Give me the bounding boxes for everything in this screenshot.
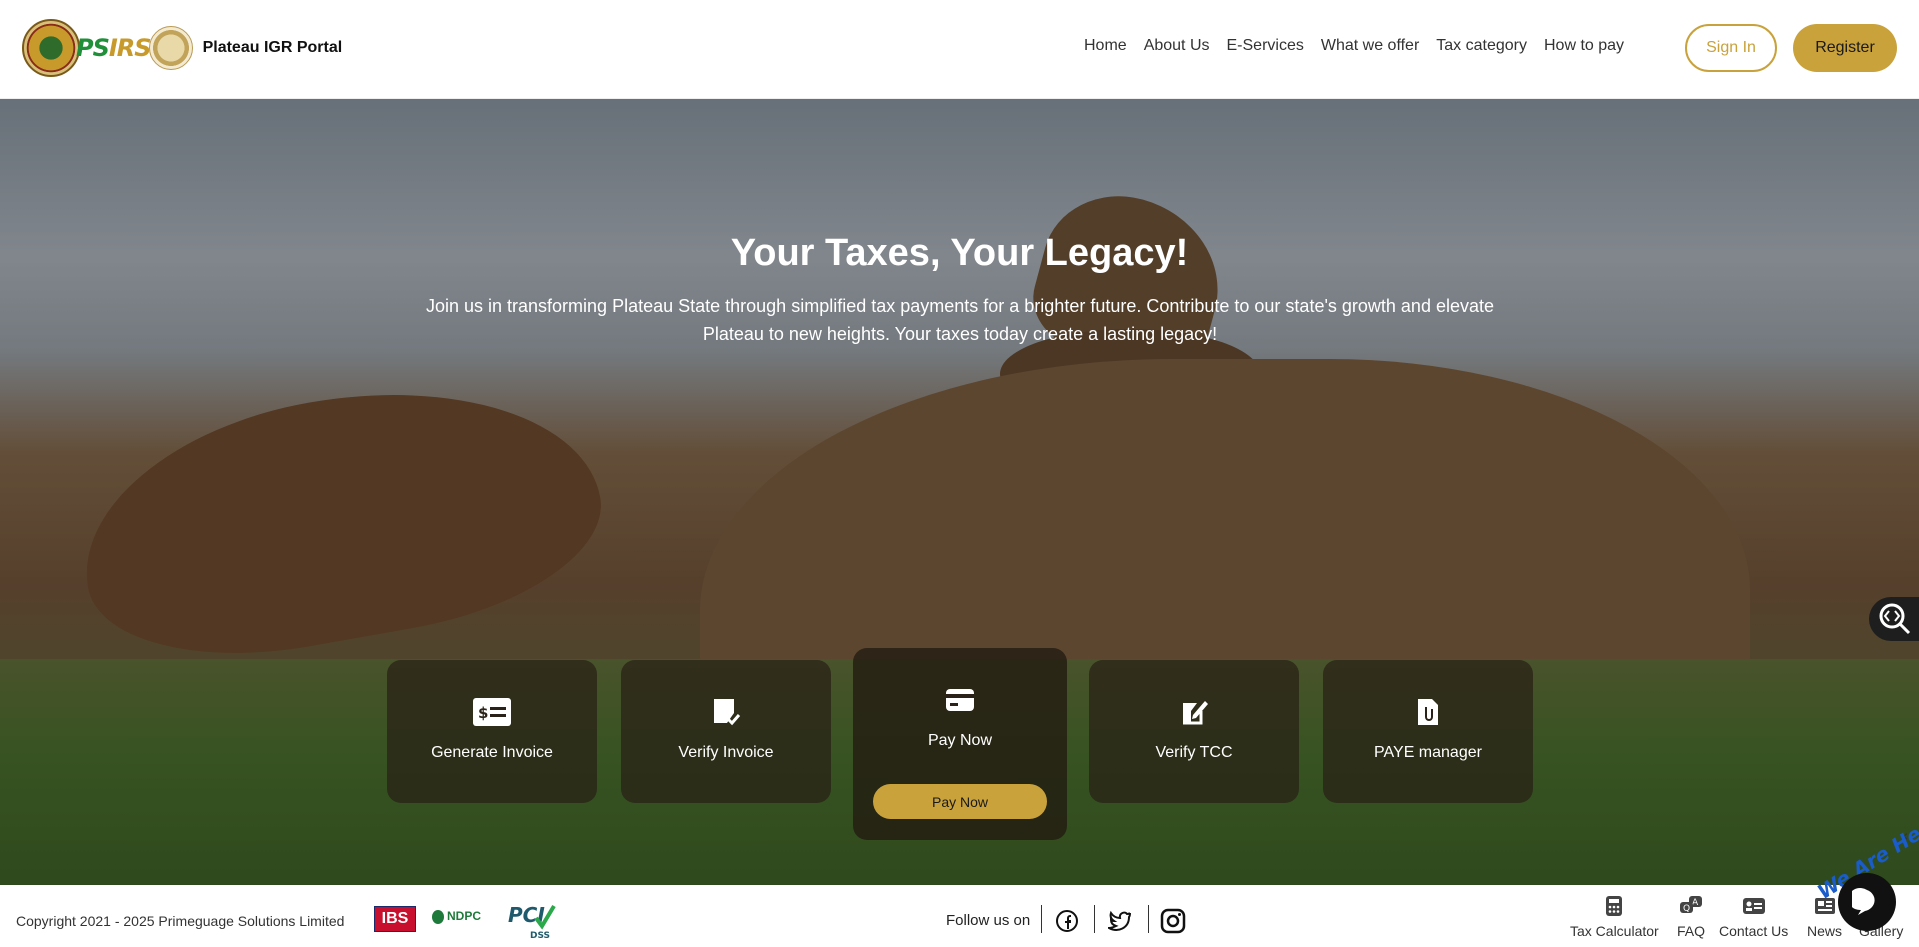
divider: [1041, 905, 1042, 933]
hero-title: Your Taxes, Your Legacy!: [730, 232, 1189, 274]
faq-icon: AQ: [1679, 895, 1703, 917]
psirs-seal-logo: [148, 26, 193, 70]
facebook-icon[interactable]: [1053, 907, 1081, 935]
edit-document-icon: [1174, 696, 1214, 728]
psirs-logo: PSIRS: [76, 34, 152, 62]
svg-text:Q: Q: [1683, 904, 1690, 914]
register-button[interactable]: Register: [1793, 24, 1897, 72]
invoice-dollar-icon: $: [472, 696, 512, 728]
ndpc-logo: NDPC: [432, 909, 481, 924]
nav-what-we-offer[interactable]: What we offer: [1321, 37, 1419, 55]
ibs-logo: IBS: [374, 906, 416, 932]
brand[interactable]: PSIRS Plateau IGR Portal: [22, 18, 342, 78]
svg-text:A: A: [1692, 898, 1699, 908]
verify-invoice-card[interactable]: Verify Invoice: [621, 660, 831, 803]
nav-home[interactable]: Home: [1084, 37, 1127, 55]
divider: [1094, 905, 1095, 933]
nav-tax-category[interactable]: Tax category: [1436, 37, 1527, 55]
credit-card-icon: [940, 684, 980, 716]
sign-in-button[interactable]: Sign In: [1685, 24, 1777, 72]
chat-bubble-icon: [1852, 888, 1875, 915]
verify-tcc-card[interactable]: Verify TCC: [1089, 660, 1299, 803]
calculator-icon: [1602, 895, 1626, 917]
card-label: PAYE manager: [1374, 744, 1482, 761]
footer-link-tax-calculator[interactable]: Tax Calculator: [1570, 895, 1659, 939]
nav-about-us[interactable]: About Us: [1144, 37, 1210, 55]
hero-subtitle: Join us in transforming Plateau State th…: [425, 296, 1494, 344]
pay-now-card[interactable]: Pay Now Pay Now: [853, 648, 1067, 840]
pay-now-button[interactable]: Pay Now: [873, 784, 1047, 819]
nav-e-services[interactable]: E-Services: [1227, 37, 1304, 55]
card-label: Verify TCC: [1155, 744, 1233, 761]
nav-how-to-pay[interactable]: How to pay: [1544, 37, 1624, 55]
ibs-logo-letter: IBS: [375, 907, 415, 931]
footer-link-faq[interactable]: AQ FAQ: [1677, 895, 1705, 939]
file-attachment-icon: [1408, 696, 1448, 728]
card-label: Verify Invoice: [678, 744, 774, 761]
accessibility-widget-button[interactable]: [1869, 597, 1919, 641]
contact-card-icon: [1742, 895, 1766, 917]
paye-manager-card[interactable]: PAYE manager: [1323, 660, 1533, 803]
brand-name: Plateau IGR Portal: [202, 39, 343, 56]
hero-section: Your Taxes, Your Legacy! Join us in tran…: [0, 99, 1919, 885]
plateau-state-seal-logo: [22, 19, 80, 77]
card-label: Generate Invoice: [431, 744, 553, 761]
card-label: Pay Now: [927, 732, 993, 749]
copyright-text: Copyright 2021 - 2025 Primeguage Solutio…: [16, 913, 345, 929]
follow-us-label: Follow us on: [946, 912, 1031, 929]
instagram-icon[interactable]: [1159, 907, 1187, 935]
svg-text:$: $: [478, 704, 488, 722]
twitter-icon[interactable]: [1106, 907, 1134, 935]
site-footer: Copyright 2021 - 2025 Primeguage Solutio…: [0, 885, 1919, 947]
code-search-icon: [1879, 603, 1911, 635]
pci-dss-logo: PCI DSS: [506, 900, 556, 941]
verify-document-icon: [706, 696, 746, 728]
divider: [1148, 905, 1149, 933]
chat-button[interactable]: [1838, 873, 1896, 931]
svg-text:DSS: DSS: [530, 931, 550, 940]
main-nav: Home About Us E-Services What we offer T…: [1084, 37, 1641, 55]
site-header: PSIRS Plateau IGR Portal Home About Us E…: [0, 0, 1919, 99]
footer-link-contact-us[interactable]: Contact Us: [1719, 895, 1788, 939]
generate-invoice-card[interactable]: $ Generate Invoice: [387, 660, 597, 803]
